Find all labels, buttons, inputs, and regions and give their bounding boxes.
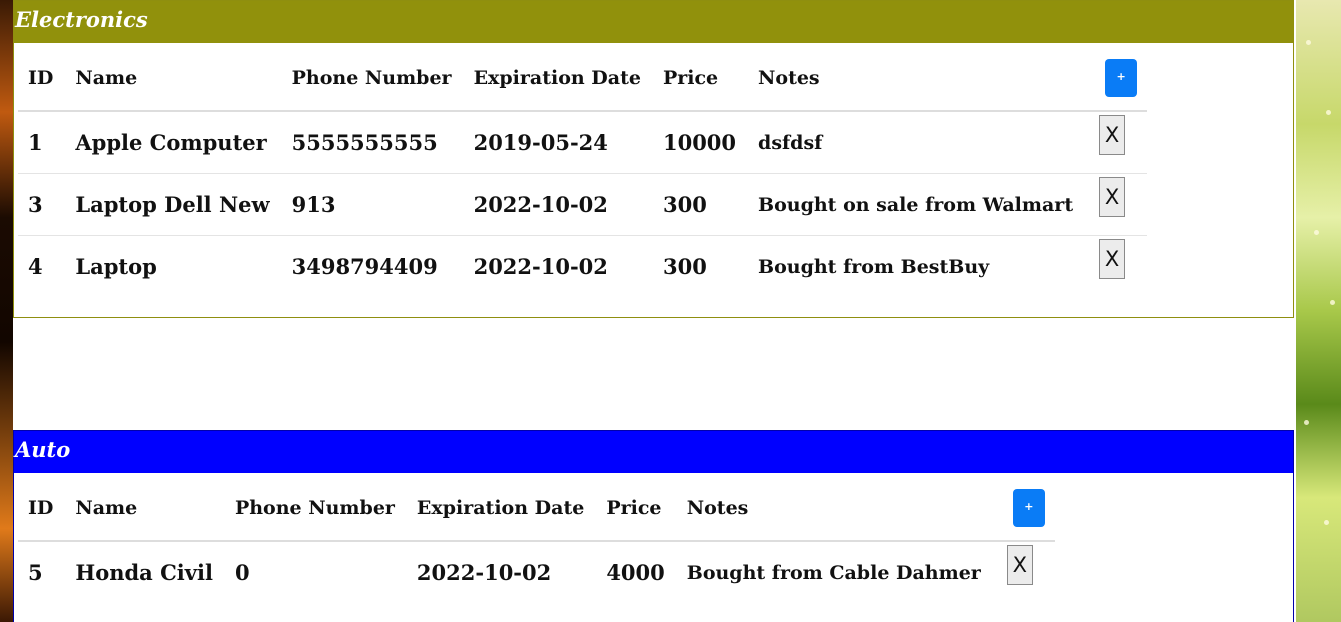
cell-name: Apple Computer [65,111,282,174]
cell-price: 4000 [606,560,665,585]
column-header-id: ID [18,476,66,542]
delete-item-button[interactable]: X [1099,114,1126,155]
column-header-expiration: Expiration Date [463,46,653,112]
cell-phone: 0 [234,560,250,585]
cell-name: Laptop Dell New [65,173,282,236]
cell-price: 10000 [652,111,749,174]
cell-expiration: 2022-10-02 [463,173,653,236]
column-header-price: Price [596,476,677,542]
cell-notes: Bought on sale from Walmart [748,173,1086,236]
cell-id: 5 [28,560,43,585]
cell-id: 3 [18,173,66,236]
cell-phone: 913 [281,173,464,236]
cell-actions: X [1085,236,1147,298]
cell-name: Honda Civil [75,560,213,585]
panel-title: Electronics [14,1,1293,43]
column-header-name: Name [65,476,225,542]
delete-item-button[interactable]: X [1099,176,1126,217]
column-header-phone: Phone Number [281,46,464,112]
column-header-notes: Notes [676,476,993,542]
category-panel-electronics: Electronics ID Name Phone Number Expirat… [13,0,1294,318]
cell-expiration: 2022-10-02 [473,254,608,279]
cell-actions: X [993,541,1055,603]
column-header-id: ID [18,46,66,112]
cell-id: 4 [28,254,43,279]
background-right [1296,0,1341,622]
items-table: ID Name Phone Number Expiration Date Pri… [18,476,1055,603]
column-header-phone: Phone Number [224,476,407,542]
category-panel-auto: Auto ID Name Phone Number Expiration Dat… [13,430,1294,622]
add-column: + [1085,46,1148,112]
cell-price: 300 [662,254,707,279]
column-header-expiration: Expiration Date [406,476,597,542]
column-header-notes: Notes [748,46,1086,112]
table-header-row: ID Name Phone Number Expiration Date Pri… [18,46,1148,112]
cell-actions: X [1085,111,1148,174]
column-header-price: Price [652,46,749,112]
cell-name: Laptop [75,254,157,279]
table-row: 5 Honda Civil 0 2022-10-02 4000 Bought f… [18,541,1055,603]
cell-price: 300 [652,173,749,236]
cell-notes: Bought from BestBuy [758,255,990,278]
add-item-button[interactable]: + [1012,489,1045,527]
cell-expiration: 2022-10-02 [416,560,552,585]
add-item-button[interactable]: + [1105,59,1138,97]
cell-phone: 3498794409 [291,254,438,279]
cell-expiration: 2019-05-24 [463,111,653,174]
table-row: 1 Apple Computer 5555555555 2019-05-24 1… [18,111,1148,174]
cell-notes: dsfdsf [748,111,1086,174]
add-column: + [992,476,1055,542]
cell-phone: 5555555555 [281,111,464,174]
cell-id: 1 [18,111,66,174]
items-table: ID Name Phone Number Expiration Date Pri… [18,46,1148,298]
background-left [0,0,13,622]
column-header-name: Name [65,46,282,112]
cell-notes: Bought from Cable Dahmer [686,561,981,584]
delete-item-button[interactable]: X [1099,238,1126,279]
cell-actions: X [1085,173,1148,236]
delete-item-button[interactable]: X [1006,544,1033,585]
table-row: 4 Laptop 3498794409 2022-10-02 300 Bough… [18,236,1147,298]
panel-title: Auto [14,431,1293,473]
table-row: 3 Laptop Dell New 913 2022-10-02 300 Bou… [18,173,1148,236]
table-header-row: ID Name Phone Number Expiration Date Pri… [18,476,1055,542]
